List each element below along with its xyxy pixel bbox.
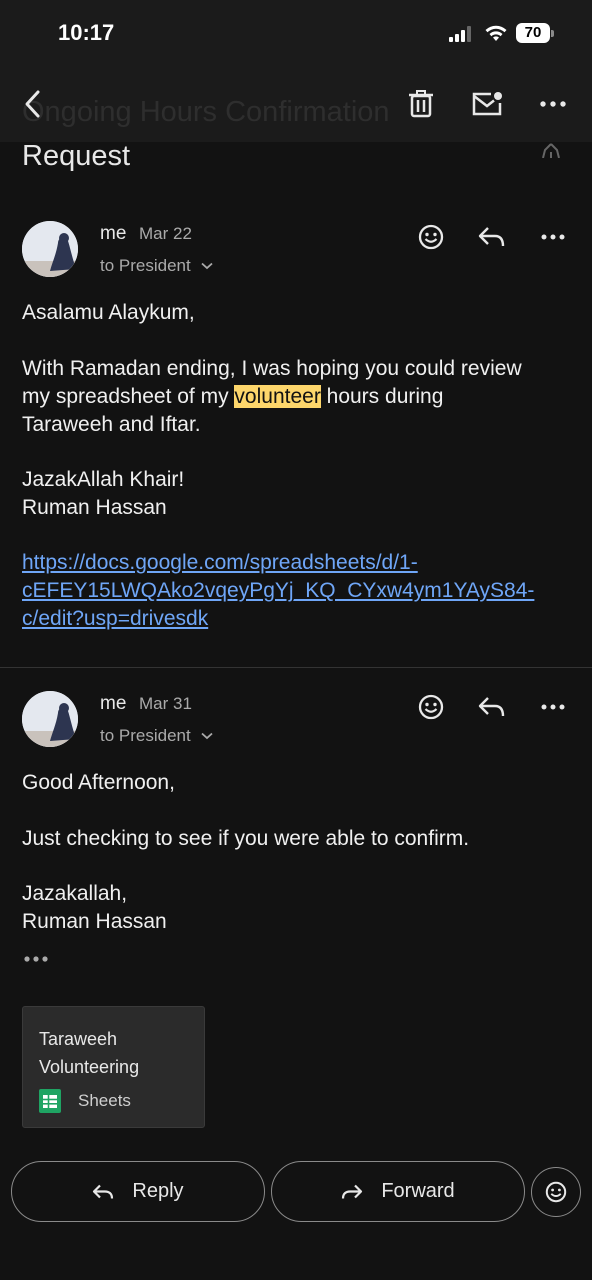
- reply-message-button[interactable]: [477, 222, 507, 252]
- emoji-icon: [545, 1181, 567, 1203]
- recipient-line[interactable]: to President: [100, 256, 191, 276]
- reply-icon: [93, 1184, 114, 1199]
- battery-indicator: 70: [516, 23, 554, 43]
- forward-button-label: Forward: [381, 1180, 455, 1202]
- message-signoff: JazakAllah Khair!: [22, 468, 185, 491]
- reply-button[interactable]: Reply: [11, 1161, 265, 1222]
- more-icon: [540, 101, 566, 107]
- message-divider: [0, 667, 592, 668]
- spreadsheet-link[interactable]: https://docs.google.com/spreadsheets/d/1…: [22, 549, 418, 577]
- forward-icon: [342, 1184, 363, 1199]
- message-line: Just checking to see if you were able to…: [22, 827, 470, 850]
- avatar-image: [22, 691, 78, 747]
- top-app-bar: Ongoing Hours Confirmation: [0, 70, 592, 142]
- collapsed-subject-title: Ongoing Hours Confirmation: [22, 96, 390, 128]
- react-emoji-button[interactable]: [416, 692, 446, 722]
- avatar-image: [22, 221, 78, 277]
- battery-tip: [551, 30, 554, 37]
- react-emoji-button[interactable]: [416, 222, 446, 252]
- sheets-icon: [39, 1089, 61, 1113]
- message-more-button[interactable]: [538, 222, 568, 252]
- message-line: my spreadsheet of my volunteer hours dur…: [22, 383, 443, 411]
- more-options-button[interactable]: [536, 84, 570, 124]
- more-icon: [541, 704, 565, 710]
- attachment-name: Taraweeh Volunteering: [39, 1029, 140, 1077]
- back-icon: [25, 90, 40, 118]
- mark-unread-icon: [472, 92, 502, 116]
- chevron-down-icon[interactable]: [201, 732, 213, 740]
- message-date: Mar 31: [139, 694, 192, 713]
- wifi-icon: [485, 25, 507, 41]
- spreadsheet-link[interactable]: c/edit?usp=drivesdk: [22, 605, 208, 633]
- message-more-button[interactable]: [538, 692, 568, 722]
- email-subject: Request: [22, 140, 131, 172]
- battery-level: 70: [516, 23, 550, 43]
- forward-button[interactable]: Forward: [271, 1161, 525, 1222]
- emoji-icon: [418, 694, 444, 720]
- react-button[interactable]: [531, 1167, 581, 1217]
- message-line: Taraweeh and Iftar.: [22, 413, 201, 436]
- recipient-line[interactable]: to President: [100, 726, 191, 746]
- message-line: With Ramadan ending, I was hoping you co…: [22, 357, 522, 380]
- reply-button-label: Reply: [132, 1180, 184, 1202]
- status-time: 10:17: [58, 20, 115, 45]
- status-bar: 10:17 70: [0, 0, 592, 70]
- text-run: hours during: [320, 385, 444, 408]
- show-trimmed-content-button[interactable]: [22, 950, 50, 968]
- message-signature: Ruman Hassan: [22, 910, 167, 933]
- text-run: my spreadsheet of my: [22, 385, 235, 408]
- reply-icon: [478, 697, 505, 717]
- reply-message-button[interactable]: [477, 692, 507, 722]
- star-icon[interactable]: [537, 130, 565, 158]
- cellular-signal-icon: [449, 26, 471, 42]
- message-greeting: Asalamu Alaykum,: [22, 301, 195, 324]
- sender-name: me: [100, 693, 127, 714]
- attachment-card[interactable]: Taraweeh Volunteering Sheets: [22, 1006, 205, 1128]
- mark-unread-button[interactable]: [468, 84, 506, 124]
- trash-icon: [409, 90, 433, 118]
- emoji-icon: [418, 224, 444, 250]
- avatar[interactable]: [22, 221, 78, 277]
- spreadsheet-link[interactable]: cEFEY15LWQAko2vqeyPgYj_KQ_CYxw4ym1YAyS84…: [22, 577, 534, 605]
- message-greeting: Good Afternoon,: [22, 771, 175, 794]
- more-icon: [541, 234, 565, 240]
- message-signoff: Jazakallah,: [22, 882, 128, 905]
- back-button[interactable]: [14, 84, 50, 124]
- chevron-down-icon[interactable]: [201, 262, 213, 270]
- attachment-type: Sheets: [78, 1091, 131, 1110]
- sender-name: me: [100, 223, 127, 244]
- search-highlight: volunteer: [234, 385, 321, 408]
- reply-icon: [478, 227, 505, 247]
- delete-button[interactable]: [403, 84, 439, 124]
- avatar[interactable]: [22, 691, 78, 747]
- message-signature: Ruman Hassan: [22, 496, 167, 519]
- message-date: Mar 22: [139, 224, 192, 243]
